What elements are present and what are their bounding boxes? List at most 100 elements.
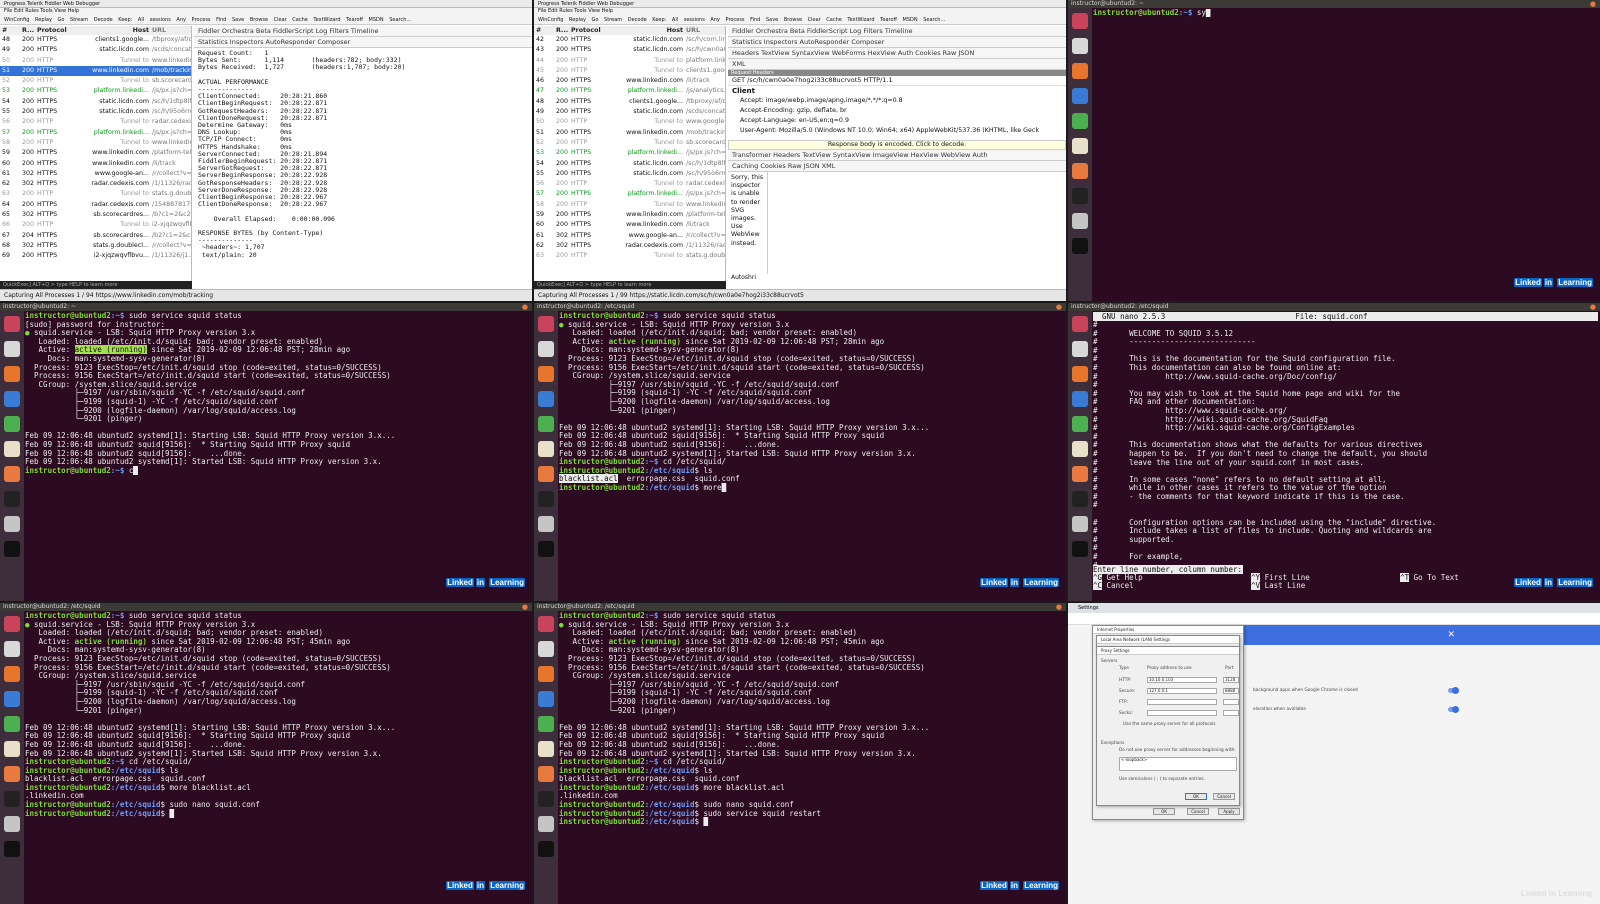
session-list[interactable]: # R... Protocol Host URL 42 200 HTTPS static.li… (534, 26, 726, 289)
session-row[interactable]: 53 200 HTTPS platform.linkedi.../js/px.js?c… (0, 86, 191, 96)
software-center-icon[interactable] (538, 466, 554, 482)
ubuntu-dash-icon[interactable] (538, 316, 554, 332)
ubuntu-dash-icon[interactable] (4, 316, 20, 332)
request-tabs[interactable]: Headers TextView SyntaxView WebForms Hex… (728, 48, 1066, 59)
software-center-icon[interactable] (538, 766, 554, 782)
amazon-icon[interactable] (4, 491, 20, 507)
session-row[interactable]: 48 200 HTTPS clients1.google.../tbproxy/af/… (534, 97, 725, 107)
terminal-icon[interactable] (538, 841, 554, 857)
session-row[interactable]: 49200HTTPSstatic.licdn.com/scds/concat/.… (534, 107, 725, 117)
terminal-icon[interactable] (1072, 238, 1088, 254)
unity-launcher[interactable] (534, 611, 558, 904)
session-row[interactable]: 53 200 HTTPS platform.linkedi.../js/px.js?c… (534, 148, 725, 158)
sub-tabs[interactable]: Statistics Inspectors AutoResponder Comp… (194, 37, 532, 48)
same-proxy-checkbox[interactable]: Use the same proxy server for all protoc… (1123, 722, 1216, 727)
terminal-window-4[interactable]: instructor@ubuntud2: /etc/squid ● instruc… (0, 603, 532, 904)
session-row[interactable]: 60 200 HTTPS www.linkedin.com/li/track (534, 220, 725, 230)
terminal-output[interactable]: instructor@ubuntud2:~$ sy█ (1093, 9, 1598, 301)
session-row[interactable]: 54200HTTPSstatic.licdn.com/sc/h/1dtp8lf.… (0, 97, 191, 107)
session-row[interactable]: 42200HTTPSstatic.licdn.com/sc/h/corn.lin… (534, 35, 725, 45)
autoshrink-toggle[interactable]: Autoshri (728, 274, 1066, 281)
writer-icon[interactable] (1072, 88, 1088, 104)
software-center-icon[interactable] (4, 766, 20, 782)
writer-icon[interactable] (538, 391, 554, 407)
chrome-address-bar[interactable] (1068, 613, 1600, 625)
terminal-icon[interactable] (4, 841, 20, 857)
top-tabs[interactable]: Fiddler Orchestra Beta FiddlerScript Log… (728, 26, 1066, 37)
firefox-icon[interactable] (538, 666, 554, 682)
session-row[interactable]: 52200HTTPTunnel tosb.scorecardre... (534, 138, 725, 148)
proxy-cancel-button[interactable]: Cancel (1213, 793, 1235, 800)
settings-icon[interactable] (4, 516, 20, 532)
session-row[interactable]: 52200HTTPTunnel tosb.scorecardre... (0, 76, 191, 86)
writer-icon[interactable] (1072, 391, 1088, 407)
session-row[interactable]: 56200HTTPTunnel toradar.cedexis.com (0, 117, 191, 127)
unity-launcher[interactable] (1068, 311, 1092, 601)
background-apps-toggle[interactable] (1448, 687, 1459, 694)
amazon-icon[interactable] (1072, 188, 1088, 204)
close-icon[interactable]: ● (1590, 303, 1596, 311)
session-row[interactable]: 59200HTTPSwww.linkedin.com/platform-tele… (0, 148, 191, 158)
request-tab-xml[interactable]: XML (728, 59, 1066, 70)
calc-icon[interactable] (4, 716, 20, 732)
cancel-button[interactable]: Cancel (1187, 808, 1209, 815)
terminal-icon[interactable] (1072, 541, 1088, 557)
impress-icon[interactable] (538, 741, 554, 757)
firefox-icon[interactable] (1072, 63, 1088, 79)
http-port-input[interactable]: 3128 (1223, 677, 1239, 683)
calc-icon[interactable] (1072, 416, 1088, 432)
response-tabs[interactable]: Transformer Headers TextView SyntaxView … (728, 150, 1066, 161)
ftp-proxy-input[interactable] (1147, 699, 1217, 705)
amazon-icon[interactable] (4, 791, 20, 807)
terminal-output[interactable]: instructor@ubuntud2:~$ sudo service squi… (559, 612, 1064, 904)
ubuntu-dash-icon[interactable] (1072, 316, 1088, 332)
session-row[interactable]: 59200HTTPSwww.linkedin.com/platform-tele… (534, 210, 725, 220)
session-row[interactable]: 62302HTTPSradar.cedexis.com/1/11326/rada… (534, 241, 725, 251)
session-row[interactable]: 49200HTTPSstatic.licdn.com/scds/concat/.… (0, 45, 191, 55)
socks-proxy-input[interactable] (1147, 710, 1217, 716)
firefox-icon[interactable] (4, 666, 20, 682)
session-row[interactable]: 68 302 HTTPS stats.g.doublecl.../r/collect?… (0, 241, 191, 251)
ok-button[interactable]: OK (1153, 808, 1175, 815)
session-row[interactable]: 57 200 HTTPS platform.linkedi.../js/px.js?c… (0, 128, 191, 138)
unity-launcher[interactable] (0, 611, 24, 904)
impress-icon[interactable] (1072, 441, 1088, 457)
session-row[interactable]: 65302HTTPSsb.scorecardres.../b?c1=2&c2=.… (0, 210, 191, 220)
session-row[interactable]: 50200HTTPTunnel towww.google-... (534, 117, 725, 127)
terminal-output[interactable]: instructor@ubuntud2:~$ sudo service squi… (25, 612, 530, 904)
unity-launcher[interactable] (534, 311, 558, 601)
session-row[interactable]: 56200HTTPTunnel toradar.cedexis... (534, 179, 725, 189)
session-row[interactable]: 57 200 HTTPS platform.linkedi.../js/px.js?c… (534, 189, 725, 199)
writer-icon[interactable] (538, 691, 554, 707)
files-icon[interactable] (538, 341, 554, 357)
files-icon[interactable] (4, 341, 20, 357)
session-row[interactable]: 63200HTTPTunnel tostats.g.double... (0, 189, 191, 199)
terminal-window-5[interactable]: instructor@ubuntud2: /etc/squid ● instruc… (534, 603, 1066, 904)
session-row[interactable]: 55200HTTPSstatic.licdn.com/sc/h/95o6rrc.… (0, 107, 191, 117)
secure-proxy-input[interactable]: 127.0.0.1 (1147, 688, 1217, 694)
session-row[interactable]: 47 200 HTTPS platform.linkedi.../js/analyti… (534, 86, 725, 96)
encoded-notice[interactable]: Response body is encoded. Click to decod… (728, 140, 1066, 150)
settings-icon[interactable] (538, 816, 554, 832)
session-row[interactable]: 54200HTTPSstatic.licdn.com/sc/h/1dtp8lf.… (534, 159, 725, 169)
writer-icon[interactable] (4, 691, 20, 707)
session-row[interactable]: 61302HTTPSwww.google-an.../r/collect?v=1… (0, 169, 191, 179)
settings-icon[interactable] (538, 516, 554, 532)
ubuntu-dash-icon[interactable] (1072, 13, 1088, 29)
software-center-icon[interactable] (1072, 163, 1088, 179)
calc-icon[interactable] (4, 416, 20, 432)
amazon-icon[interactable] (1072, 491, 1088, 507)
session-row[interactable]: 63200HTTPTunnel tostats.g.double... (534, 251, 725, 261)
impress-icon[interactable] (538, 441, 554, 457)
terminal-window-2[interactable]: instructor@ubuntud2: ~ ● instructor@ubunt… (0, 303, 532, 601)
settings-icon[interactable] (1072, 213, 1088, 229)
fiddler-toolbar[interactable]: WinConfig Replay Go Stream Decode Keep: … (0, 15, 532, 25)
close-icon[interactable]: ● (1056, 303, 1062, 311)
calc-icon[interactable] (1072, 113, 1088, 129)
files-icon[interactable] (1072, 38, 1088, 54)
session-row[interactable]: 64200HTTPSradar.cedexis.com/1548878175/.… (0, 200, 191, 210)
session-row[interactable]: 67204HTTPSsb.scorecardres.../b2?c1=2&c2=… (0, 231, 191, 241)
session-row[interactable]: 50200HTTPTunnel towww.linkedin.co... (0, 56, 191, 66)
close-icon[interactable]: ● (1056, 603, 1062, 611)
secure-port-input[interactable]: 8888 (1223, 688, 1239, 694)
